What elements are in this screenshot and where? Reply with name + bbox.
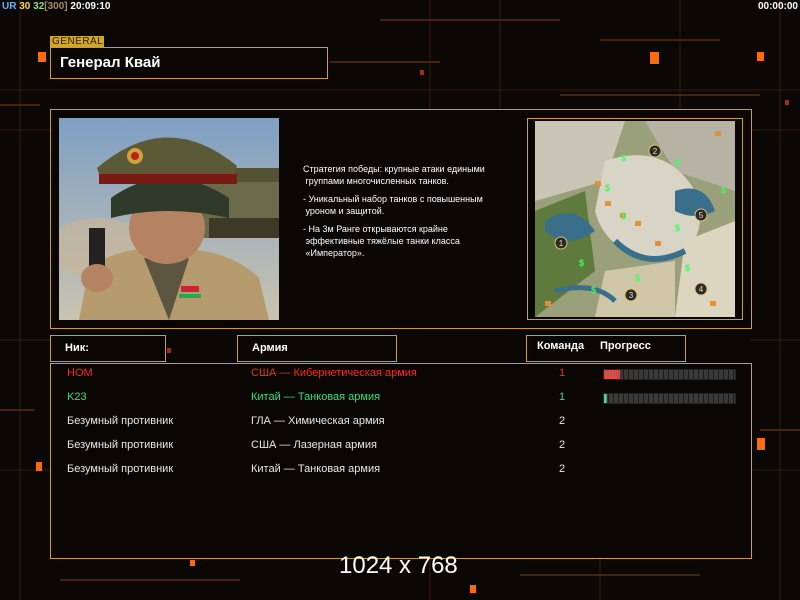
header-nick: Ник: xyxy=(50,335,166,362)
player-army: США — Кибернетическая армия xyxy=(251,367,417,379)
svg-text:$: $ xyxy=(675,223,680,233)
general-portrait-image xyxy=(59,118,279,320)
minimap[interactable]: 1 2 3 4 5 $ $ $ $ $ $ $ $ $ $ xyxy=(535,121,735,317)
player-team: 1 xyxy=(559,367,566,379)
player-nick: K23 xyxy=(67,391,87,403)
start-pos-4: 4 xyxy=(699,285,704,294)
svg-text:$: $ xyxy=(721,185,726,195)
player-army: Китай — Танковая армия xyxy=(251,391,381,403)
game-timer: 00:00:00 xyxy=(757,1,798,12)
general-name: Генерал Квай xyxy=(60,54,161,71)
player-team: 2 xyxy=(559,439,566,451)
player-row[interactable]: Безумный противник США — Лазерная армия … xyxy=(51,436,751,456)
player-nick: Безумный противник xyxy=(67,415,174,427)
svg-text:$: $ xyxy=(621,153,626,163)
progress-fill xyxy=(604,370,620,379)
status-d: [300] xyxy=(44,1,68,12)
svg-text:$: $ xyxy=(675,158,680,168)
header-army-label: Армия xyxy=(252,342,288,354)
start-pos-3: 3 xyxy=(629,291,634,300)
svg-text:$: $ xyxy=(685,263,690,273)
general-portrait xyxy=(59,118,279,320)
description-line: - На 3м Ранге открываются крайне эффекти… xyxy=(303,224,460,258)
status-bar: UR 30 32[300] 20:09:10 xyxy=(2,0,110,13)
general-name-box: Генерал Квай xyxy=(50,47,328,79)
description-line: - Уникальный набор танков с повышенным у… xyxy=(303,194,483,216)
minimap-image: 1 2 3 4 5 $ $ $ $ $ $ $ $ $ $ xyxy=(535,121,735,317)
player-nick: Безумный противник xyxy=(67,463,174,475)
start-pos-1: 1 xyxy=(559,239,564,248)
general-description: Стратегия победы: крупные атаки едиными … xyxy=(303,163,518,265)
status-clock: 20:09:10 xyxy=(70,1,111,12)
player-army: ГЛА — Химическая армия xyxy=(251,415,385,427)
player-army: США — Лазерная армия xyxy=(251,439,377,451)
player-team: 1 xyxy=(559,391,566,403)
player-row[interactable]: K23 Китай — Танковая армия 1 xyxy=(51,388,751,408)
status-c: 32 xyxy=(33,1,45,12)
general-tag: GENERAL xyxy=(50,36,104,47)
svg-text:$: $ xyxy=(621,211,626,221)
player-row[interactable]: Безумный противник Китай — Танковая арми… xyxy=(51,460,751,480)
status-b: 30 xyxy=(19,1,31,12)
player-nick: Безумный противник xyxy=(67,439,174,451)
header-progress-label: Прогресс xyxy=(600,340,651,352)
player-progress-bar xyxy=(603,393,736,404)
player-progress-bar xyxy=(603,369,736,380)
minimap-frame: 1 2 3 4 5 $ $ $ $ $ $ $ $ $ $ xyxy=(527,118,743,320)
svg-text:$: $ xyxy=(635,273,640,283)
player-team: 2 xyxy=(559,415,566,427)
svg-text:$: $ xyxy=(591,285,596,295)
status-a: UR xyxy=(2,1,17,12)
header-team-label: Команда xyxy=(537,340,585,352)
description-line: Стратегия победы: крупные атаки едиными … xyxy=(303,164,485,186)
start-pos-2: 2 xyxy=(653,147,658,156)
svg-text:$: $ xyxy=(579,258,584,268)
player-row[interactable]: Безумный противник ГЛА — Химическая арми… xyxy=(51,412,751,432)
resolution-label: 1024 x 768 xyxy=(339,552,458,579)
player-row[interactable]: HOM США — Кибернетическая армия 1 xyxy=(51,364,751,384)
progress-fill xyxy=(604,394,607,403)
header-nick-label: Ник: xyxy=(65,342,89,354)
start-pos-5: 5 xyxy=(699,211,704,220)
player-list: HOM США — Кибернетическая армия 1 K23 Ки… xyxy=(50,363,752,559)
player-nick: HOM xyxy=(67,367,93,379)
header-army: Армия xyxy=(237,335,397,362)
svg-text:$: $ xyxy=(605,183,610,193)
player-team: 2 xyxy=(559,463,566,475)
player-army: Китай — Танковая армия xyxy=(251,463,381,475)
